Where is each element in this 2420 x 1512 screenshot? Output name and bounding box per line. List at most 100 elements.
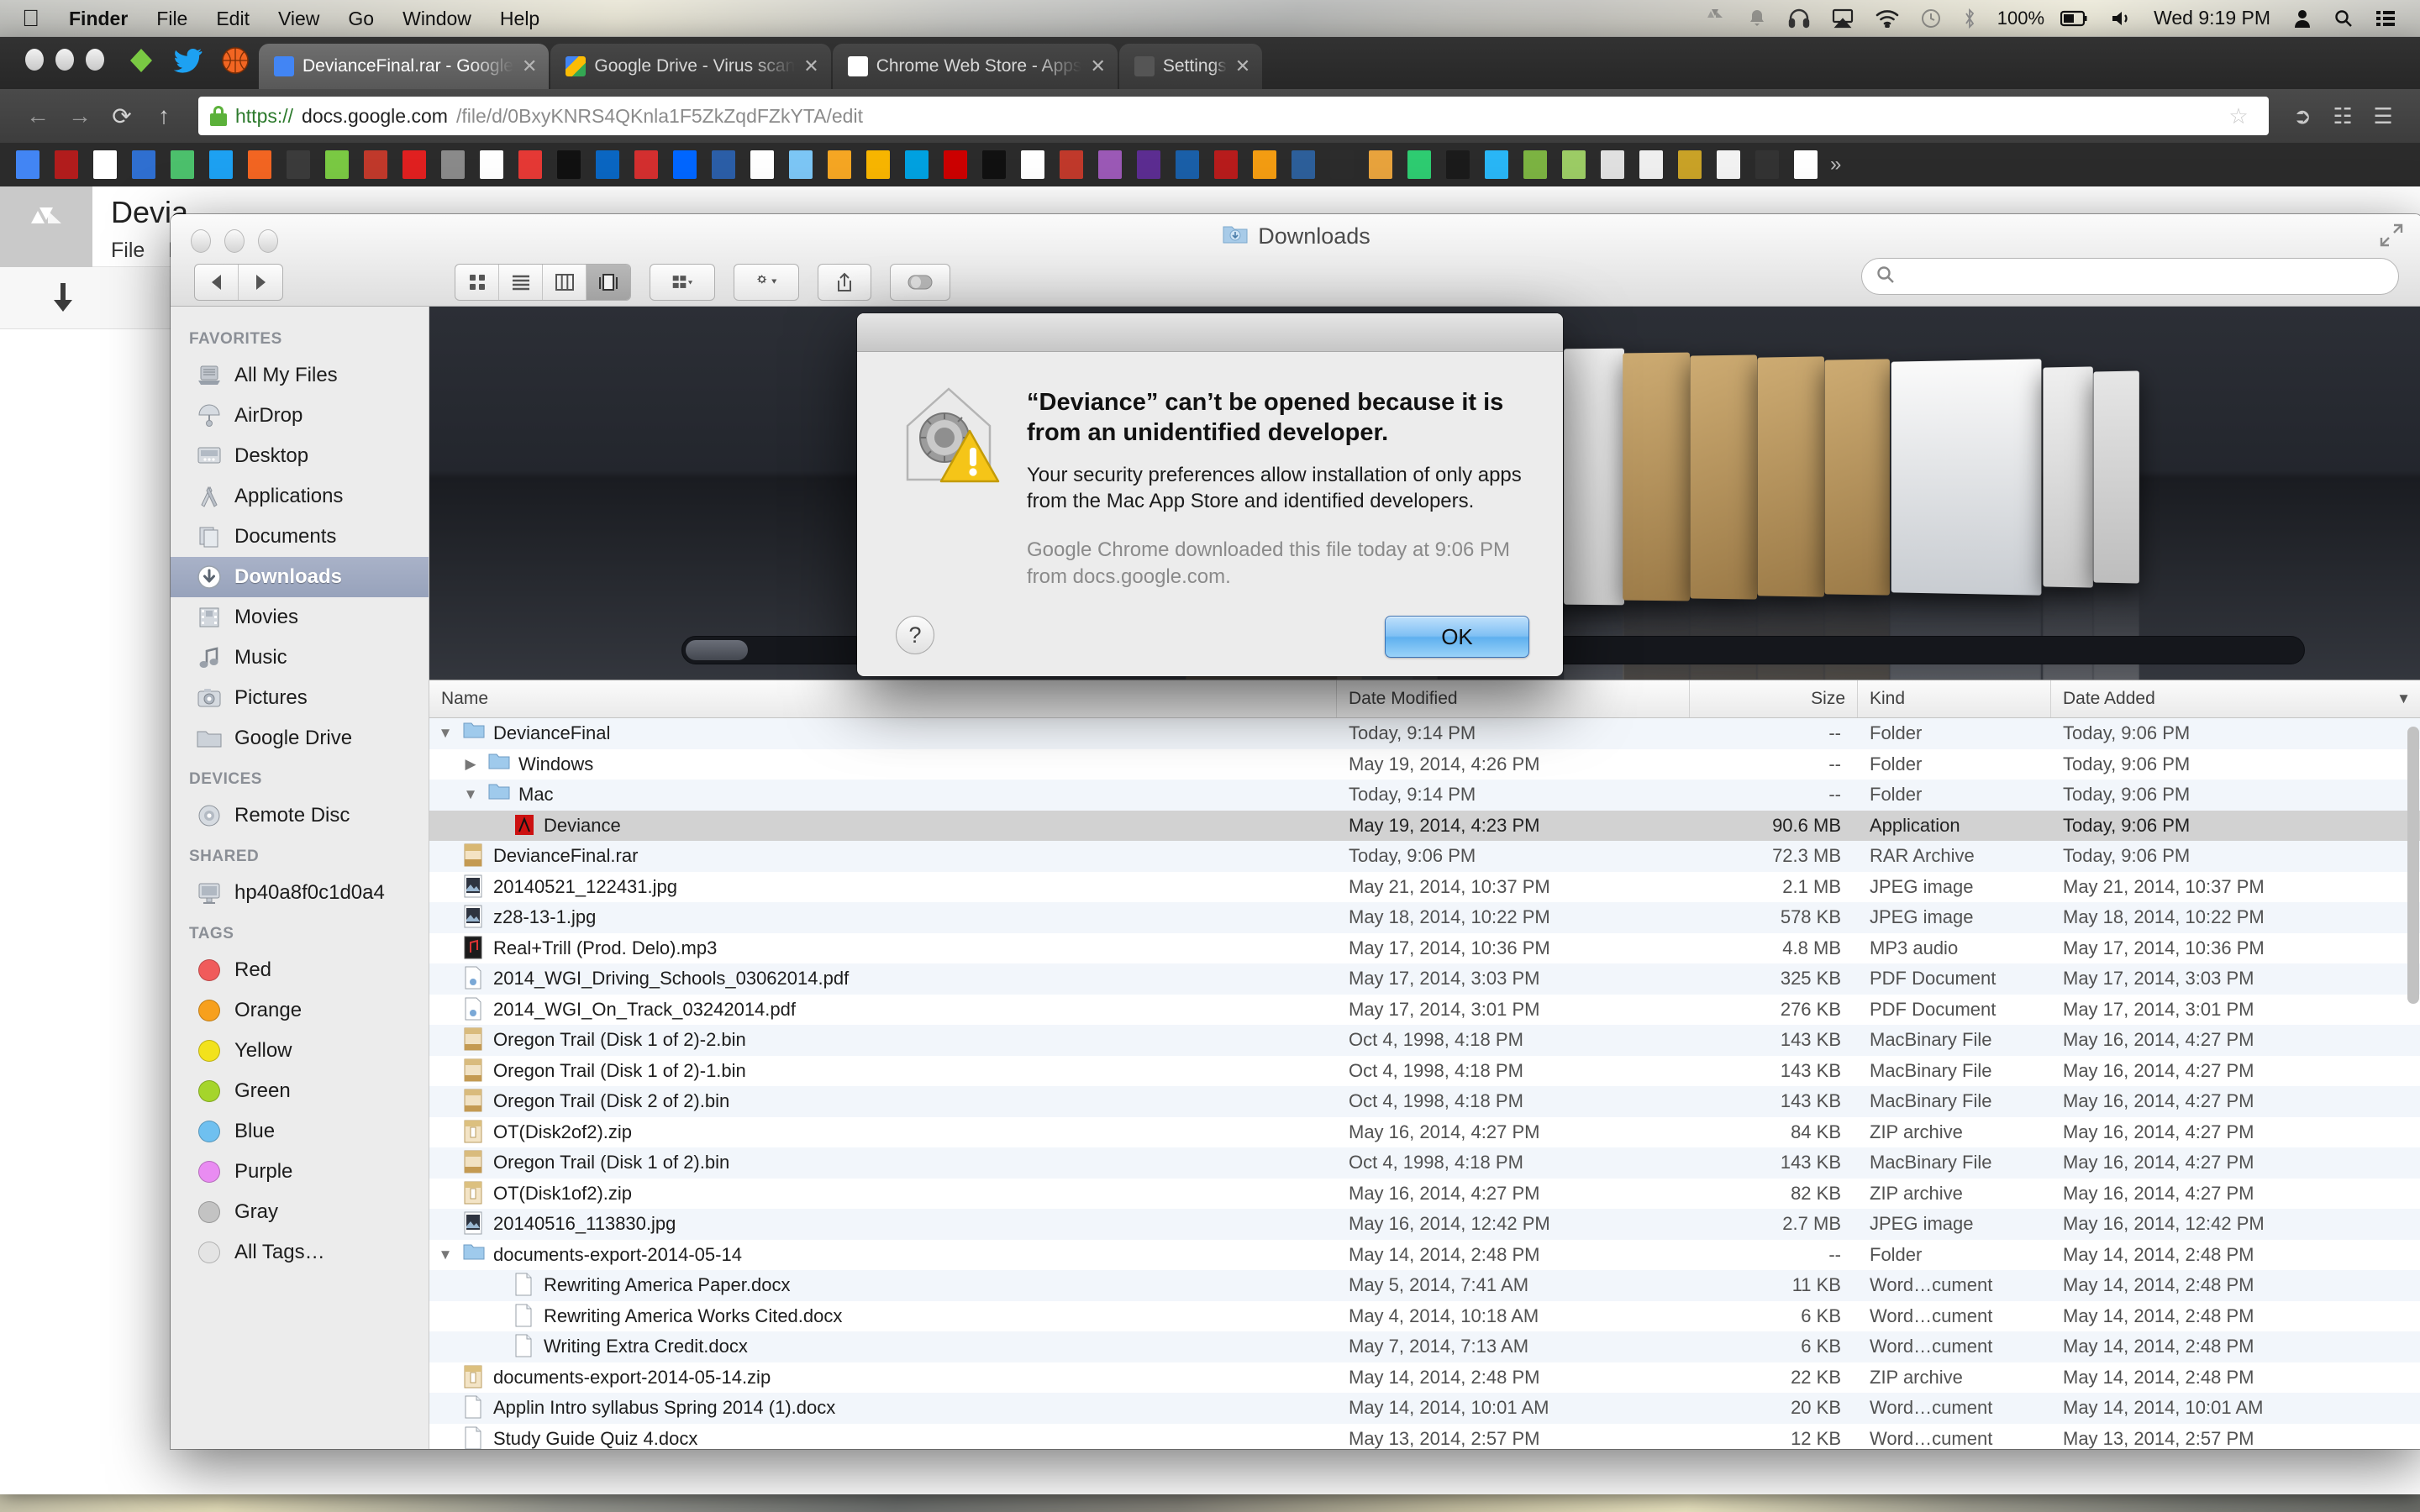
table-row[interactable]: Rewriting America Works Cited.docx May 4,… bbox=[429, 1301, 2420, 1332]
file-name-cell[interactable]: Oregon Trail (Disk 2 of 2).bin bbox=[429, 1089, 1337, 1114]
coverflow-item-9[interactable] bbox=[2043, 365, 2093, 588]
spotlight-search-icon[interactable] bbox=[2323, 8, 2365, 29]
battery-icon[interactable] bbox=[2049, 9, 2100, 28]
icon-view-button[interactable] bbox=[455, 265, 499, 300]
battery-percent[interactable]: 100% bbox=[1987, 8, 2049, 29]
menu-view[interactable]: View bbox=[264, 0, 334, 37]
file-name-cell[interactable]: 20140516_113830.jpg bbox=[429, 1211, 1337, 1236]
finder-forward-button[interactable] bbox=[239, 265, 282, 300]
sidebar-item-blue[interactable]: Blue bbox=[171, 1111, 429, 1152]
menu-window[interactable]: Window bbox=[388, 0, 486, 37]
bluetooth-icon[interactable] bbox=[1952, 8, 1987, 29]
docs-menu-file[interactable]: File bbox=[111, 239, 145, 263]
sort-indicator-icon[interactable]: ▼ bbox=[2396, 690, 2411, 707]
bookmark-item-4[interactable] bbox=[163, 148, 202, 181]
coverflow-item-4[interactable] bbox=[1623, 352, 1691, 601]
bookmark-item-40[interactable] bbox=[1555, 148, 1593, 181]
menu-bar-left[interactable]:  Finder File Edit View Go Window Help bbox=[0, 0, 554, 37]
table-row[interactable]: Rewriting America Paper.docx May 5, 2014,… bbox=[429, 1270, 2420, 1301]
forward-button[interactable]: → bbox=[60, 97, 99, 135]
pinned-tab-basketball[interactable] bbox=[212, 38, 259, 83]
bookmark-star-icon[interactable]: ☆ bbox=[2220, 97, 2257, 134]
bookmark-item-38[interactable] bbox=[1477, 148, 1516, 181]
menu-edit[interactable]: Edit bbox=[202, 0, 264, 37]
tab-close-icon[interactable]: ✕ bbox=[1235, 55, 1250, 77]
bookmarks-bar[interactable]: » bbox=[0, 143, 2420, 186]
file-name-cell[interactable]: Deviance bbox=[429, 813, 1337, 838]
bookmark-item-35[interactable] bbox=[1361, 148, 1400, 181]
chrome-window-controls[interactable] bbox=[25, 37, 118, 89]
bookmark-item-18[interactable] bbox=[704, 148, 743, 181]
bookmark-item-39[interactable] bbox=[1516, 148, 1555, 181]
sidebar-item-airdrop[interactable]: AirDrop bbox=[171, 396, 429, 436]
bookmark-item-9[interactable] bbox=[356, 148, 395, 181]
chrome-menu-icon[interactable]: ☰ bbox=[2365, 97, 2402, 134]
bookmark-item-29[interactable] bbox=[1129, 148, 1168, 181]
download-arrow-icon[interactable] bbox=[0, 281, 126, 315]
bookmark-item-32[interactable] bbox=[1245, 148, 1284, 181]
sidebar-item-desktop[interactable]: Desktop bbox=[171, 436, 429, 476]
menu-bar-clock[interactable]: Wed 9:19 PM bbox=[2142, 7, 2282, 29]
finder-sidebar[interactable]: FAVORITES All My Files AirDrop Desktop Appli… bbox=[171, 307, 429, 1449]
pinned-tab-twitter[interactable] bbox=[165, 38, 212, 83]
file-name-cell[interactable]: DevianceFinal.rar bbox=[429, 843, 1337, 869]
fullscreen-icon[interactable] bbox=[2379, 223, 2404, 252]
bookmark-item-17[interactable] bbox=[666, 148, 704, 181]
bookmark-item-31[interactable] bbox=[1207, 148, 1245, 181]
sidebar-item-pictures[interactable]: Pictures bbox=[171, 678, 429, 718]
bookmark-item-27[interactable] bbox=[1052, 148, 1091, 181]
column-header-date-added[interactable]: Date Added ▼ bbox=[2051, 680, 2420, 717]
coverflow-item-6[interactable] bbox=[1757, 356, 1824, 597]
pinned-tabs[interactable] bbox=[118, 37, 259, 89]
tag-button[interactable] bbox=[890, 264, 950, 301]
menu-help[interactable]: Help bbox=[486, 0, 554, 37]
sidebar-item-orange[interactable]: Orange bbox=[171, 990, 429, 1031]
file-list-scrollbar[interactable] bbox=[2407, 727, 2419, 1442]
arrange-button[interactable] bbox=[650, 264, 715, 301]
file-name-cell[interactable]: ▼ DevianceFinal bbox=[429, 721, 1337, 746]
file-name-cell[interactable]: Oregon Trail (Disk 1 of 2)-2.bin bbox=[429, 1027, 1337, 1053]
google-drive-icon[interactable] bbox=[1693, 8, 1737, 29]
bookmark-item-37[interactable] bbox=[1439, 148, 1477, 181]
file-name-cell[interactable]: ▼ Mac bbox=[429, 782, 1337, 807]
table-row[interactable]: z28-13-1.jpg May 18, 2014, 10:22 PM 578 KB… bbox=[429, 902, 2420, 933]
bookmark-item-26[interactable] bbox=[1013, 148, 1052, 181]
bookmark-item-12[interactable] bbox=[472, 148, 511, 181]
sidebar-item-downloads[interactable]: Downloads bbox=[171, 557, 429, 597]
table-row[interactable]: 20140521_122431.jpg May 21, 2014, 10:37 P… bbox=[429, 872, 2420, 903]
sidebar-item-documents[interactable]: Documents bbox=[171, 517, 429, 557]
column-header-name[interactable]: Name bbox=[429, 680, 1337, 717]
search-input[interactable] bbox=[1904, 265, 2385, 287]
browser-tab-3[interactable]: Settings ✕ bbox=[1118, 44, 1263, 89]
file-name-cell[interactable]: ▶ Windows bbox=[429, 752, 1337, 777]
bookmark-item-6[interactable] bbox=[240, 148, 279, 181]
help-button[interactable]: ? bbox=[896, 616, 934, 654]
wifi-icon[interactable] bbox=[1865, 9, 1910, 28]
bookmark-item-30[interactable] bbox=[1168, 148, 1207, 181]
home-button[interactable]: ↑ bbox=[145, 97, 183, 135]
table-row[interactable]: 2014_WGI_On_Track_03242014.pdf May 17, 20… bbox=[429, 995, 2420, 1026]
disclosure-open-icon[interactable]: ▼ bbox=[461, 786, 480, 803]
table-row[interactable]: Oregon Trail (Disk 1 of 2)-1.bin Oct 4, 1… bbox=[429, 1056, 2420, 1087]
maximize-window-button[interactable] bbox=[86, 49, 104, 71]
bookmark-item-33[interactable] bbox=[1284, 148, 1323, 181]
sidebar-item-hp40a8f0c1d0a4[interactable]: hp40a8f0c1d0a4 bbox=[171, 873, 429, 913]
coverflow-scroll-thumb[interactable] bbox=[686, 640, 748, 660]
bookmark-item-22[interactable] bbox=[859, 148, 897, 181]
bookmark-item-23[interactable] bbox=[897, 148, 936, 181]
bookmark-item-43[interactable] bbox=[1670, 148, 1709, 181]
file-name-cell[interactable]: 2014_WGI_On_Track_03242014.pdf bbox=[429, 997, 1337, 1022]
file-name-cell[interactable]: OT(Disk2of2).zip bbox=[429, 1120, 1337, 1145]
table-row[interactable]: OT(Disk2of2).zip May 16, 2014, 4:27 PM 84 … bbox=[429, 1117, 2420, 1148]
bookmark-item-28[interactable] bbox=[1091, 148, 1129, 181]
table-row[interactable]: Oregon Trail (Disk 2 of 2).bin Oct 4, 199… bbox=[429, 1086, 2420, 1117]
table-row[interactable]: 2014_WGI_Driving_Schools_03062014.pdf May… bbox=[429, 963, 2420, 995]
bookmark-item-11[interactable] bbox=[434, 148, 472, 181]
table-row[interactable]: OT(Disk1of2).zip May 16, 2014, 4:27 PM 82 … bbox=[429, 1179, 2420, 1210]
coverflow-item-7[interactable] bbox=[1824, 358, 1890, 596]
table-row[interactable]: documents-export-2014-05-14.zip May 14, 2… bbox=[429, 1362, 2420, 1394]
bookmark-item-44[interactable] bbox=[1709, 148, 1748, 181]
extension-icon[interactable]: ➲ bbox=[2284, 97, 2321, 134]
file-name-cell[interactable]: Applin Intro syllabus Spring 2014 (1).do… bbox=[429, 1395, 1337, 1420]
coverflow-view-button[interactable] bbox=[587, 265, 630, 300]
